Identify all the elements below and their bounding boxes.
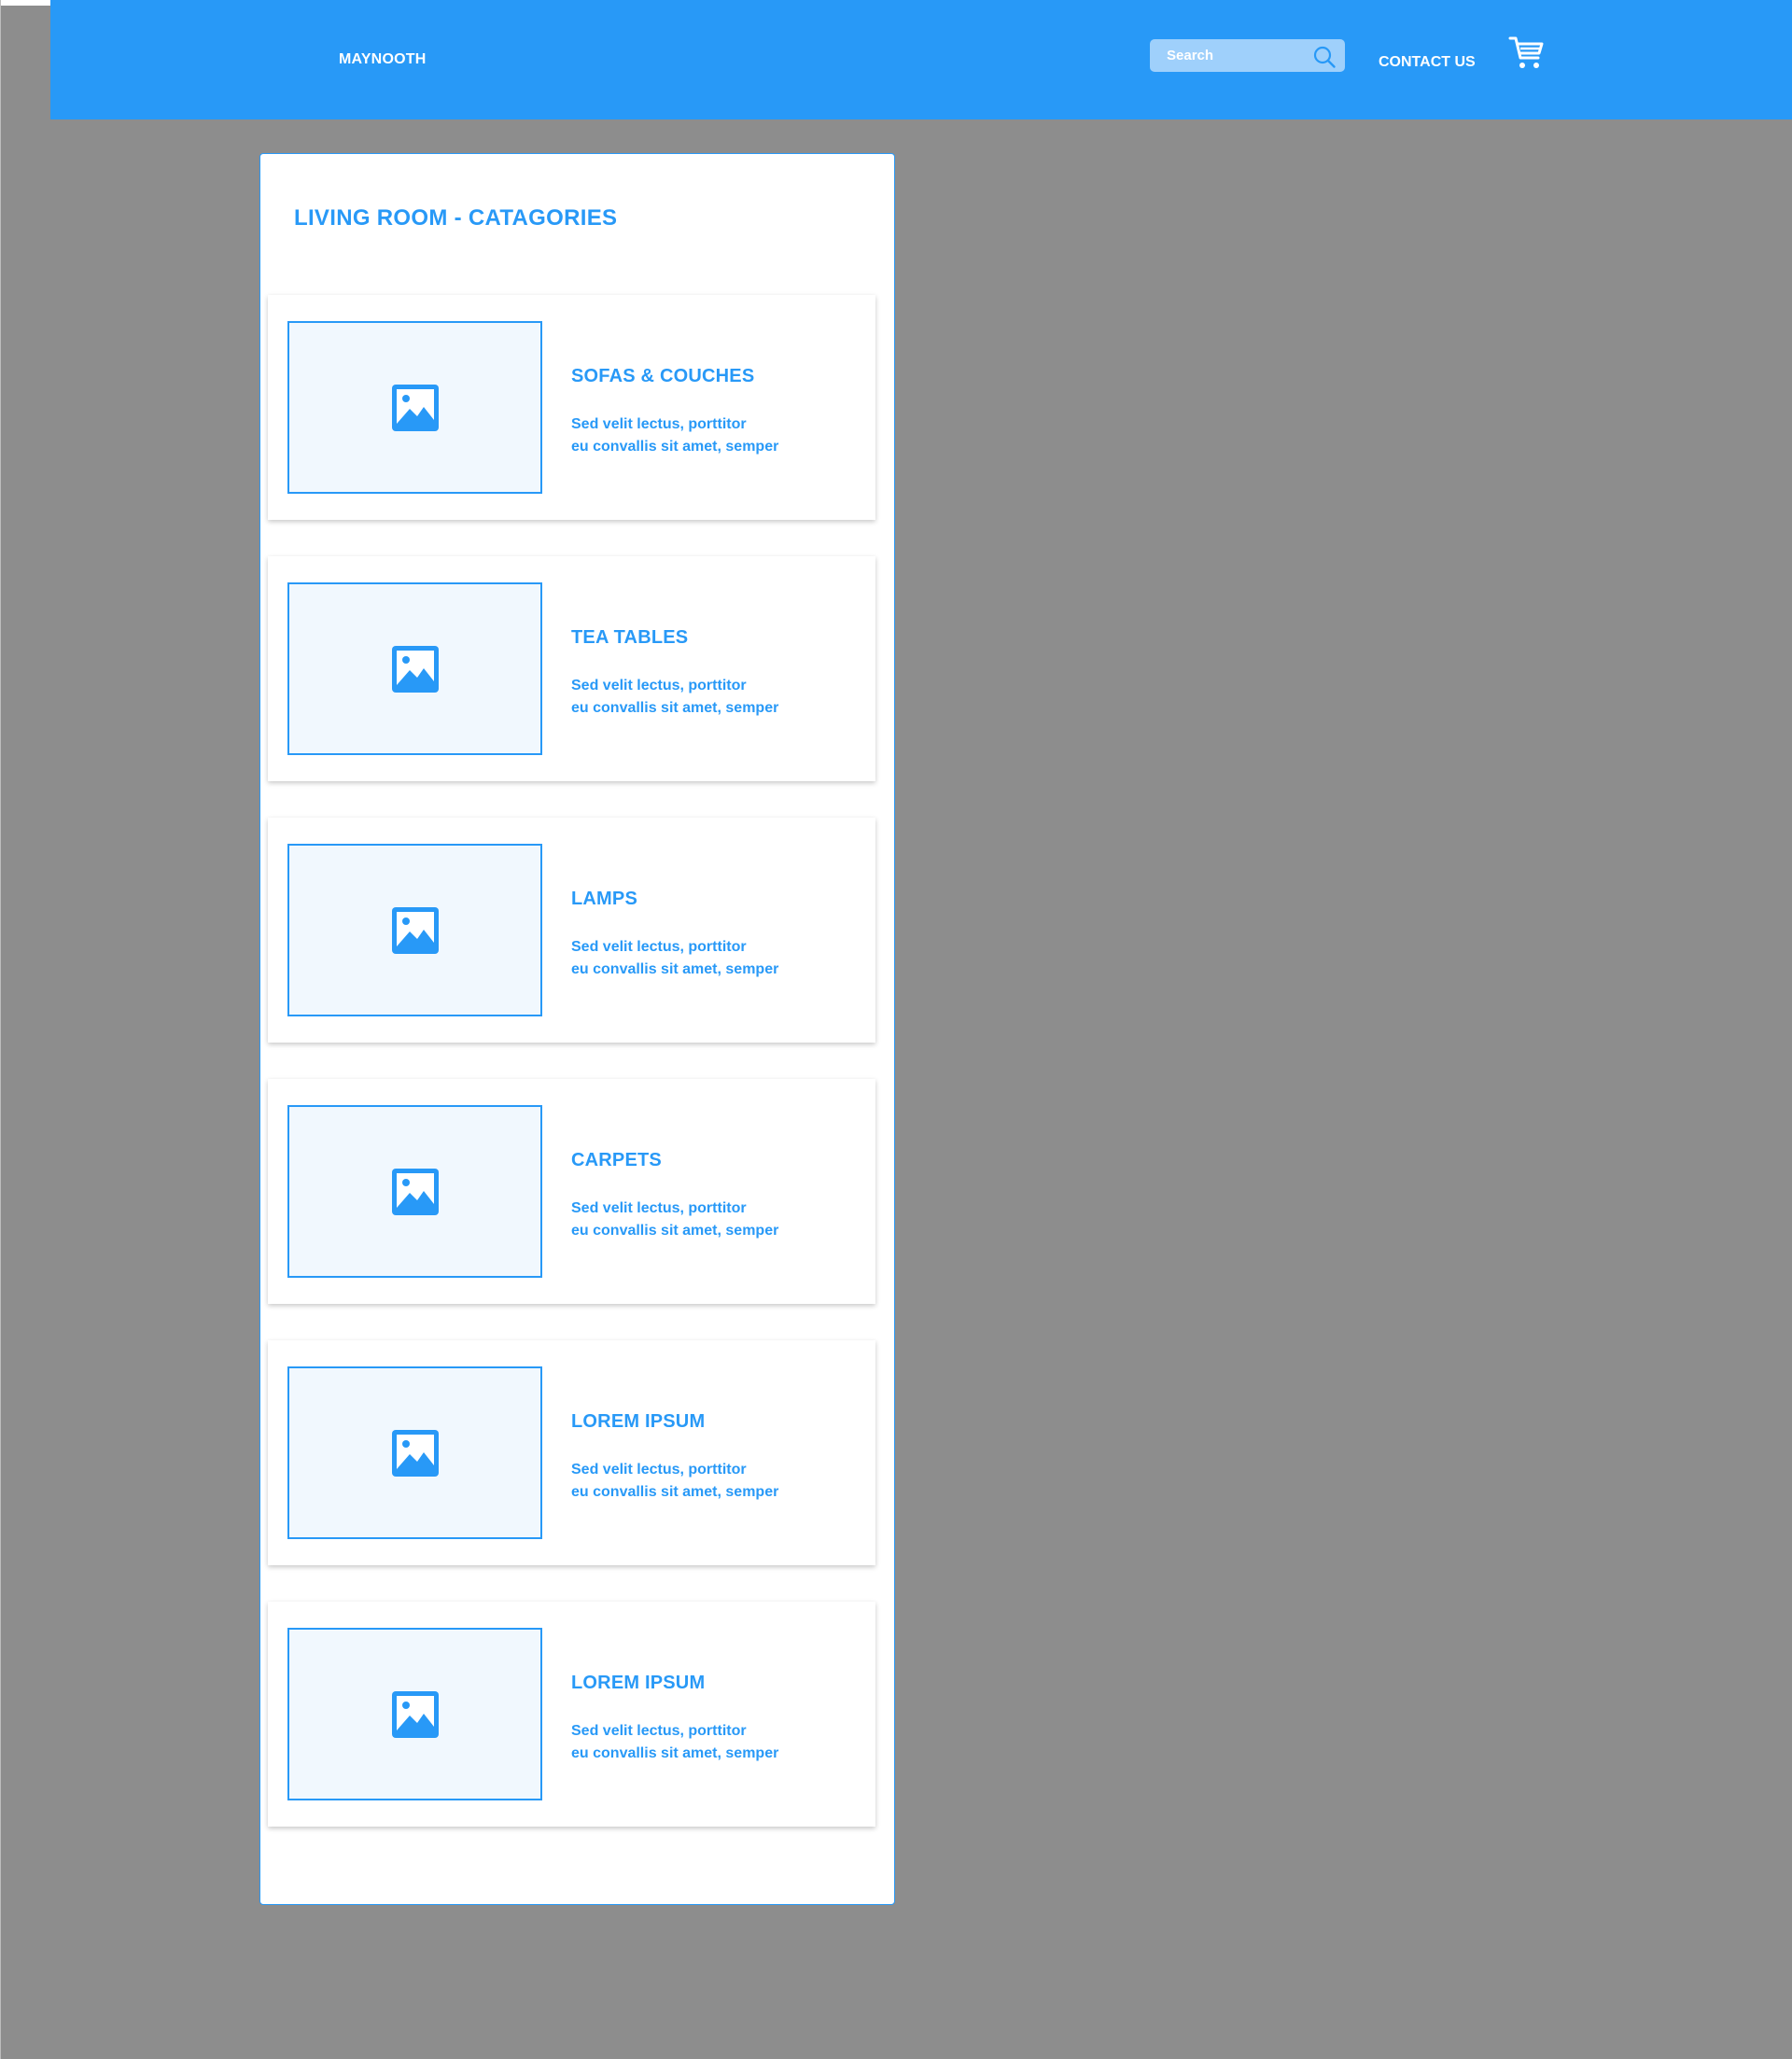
contact-us-link[interactable]: CONTACT US: [1379, 54, 1476, 71]
category-title: LAMPS: [571, 889, 637, 909]
category-title: SOFAS & COUCHES: [571, 366, 755, 386]
category-image: [287, 844, 542, 1016]
category-description-line: Sed velit lectus, porttitor: [571, 939, 747, 955]
image-placeholder-icon: [392, 1169, 439, 1215]
site-logo[interactable]: MAYNOOTH: [339, 51, 426, 68]
search-box: [1150, 39, 1345, 72]
shopping-cart-icon[interactable]: [1508, 34, 1546, 71]
canvas-corner: [0, 0, 50, 6]
category-description-line: eu convallis sit amet, semper: [571, 700, 779, 716]
page-title: LIVING ROOM - CATAGORIES: [294, 205, 618, 231]
category-description: Sed velit lectus, porttitor eu convallis…: [571, 1720, 778, 1765]
image-placeholder-icon: [392, 907, 439, 954]
category-card-lorem-ipsum-1[interactable]: LOREM IPSUM Sed velit lectus, porttitor …: [268, 1340, 875, 1565]
category-description-line: eu convallis sit amet, semper: [571, 439, 779, 455]
category-card-carpets[interactable]: CARPETS Sed velit lectus, porttitor eu c…: [268, 1079, 875, 1304]
category-card-tea-tables[interactable]: TEA TABLES Sed velit lectus, porttitor e…: [268, 556, 875, 781]
category-description: Sed velit lectus, porttitor eu convallis…: [571, 936, 778, 981]
search-input[interactable]: [1167, 39, 1307, 72]
category-description: Sed velit lectus, porttitor eu convallis…: [571, 1459, 778, 1504]
category-description-line: eu convallis sit amet, semper: [571, 1745, 779, 1761]
category-description-line: Sed velit lectus, porttitor: [571, 678, 747, 693]
category-description-line: eu convallis sit amet, semper: [571, 961, 779, 977]
image-placeholder-icon: [392, 1691, 439, 1738]
category-title: TEA TABLES: [571, 627, 689, 648]
category-description: Sed velit lectus, porttitor eu convallis…: [571, 1198, 778, 1242]
category-image: [287, 1105, 542, 1278]
category-title: CARPETS: [571, 1150, 662, 1170]
search-icon[interactable]: [1312, 45, 1337, 69]
category-description-line: Sed velit lectus, porttitor: [571, 1200, 747, 1216]
top-navbar: MAYNOOTH CONTACT US: [50, 0, 1792, 119]
category-card-sofas-couches[interactable]: SOFAS & COUCHES Sed velit lectus, portti…: [268, 295, 875, 520]
category-image: [287, 1628, 542, 1800]
category-description-line: eu convallis sit amet, semper: [571, 1484, 779, 1500]
category-description-line: eu convallis sit amet, semper: [571, 1223, 779, 1239]
image-placeholder-icon: [392, 385, 439, 431]
category-description-line: Sed velit lectus, porttitor: [571, 1723, 747, 1739]
category-title: LOREM IPSUM: [571, 1411, 706, 1432]
category-image: [287, 1366, 542, 1539]
categories-panel: LIVING ROOM - CATAGORIES SOFAS & COUCHES…: [259, 153, 895, 1905]
category-title: LOREM IPSUM: [571, 1673, 706, 1693]
canvas-left-edge: [0, 0, 1, 2059]
category-description-line: Sed velit lectus, porttitor: [571, 416, 747, 432]
category-description: Sed velit lectus, porttitor eu convallis…: [571, 675, 778, 720]
category-image: [287, 582, 542, 755]
category-card-lorem-ipsum-2[interactable]: LOREM IPSUM Sed velit lectus, porttitor …: [268, 1602, 875, 1827]
image-placeholder-icon: [392, 646, 439, 693]
category-description-line: Sed velit lectus, porttitor: [571, 1462, 747, 1478]
category-description: Sed velit lectus, porttitor eu convallis…: [571, 413, 778, 458]
image-placeholder-icon: [392, 1430, 439, 1477]
category-image: [287, 321, 542, 494]
category-card-lamps[interactable]: LAMPS Sed velit lectus, porttitor eu con…: [268, 818, 875, 1043]
